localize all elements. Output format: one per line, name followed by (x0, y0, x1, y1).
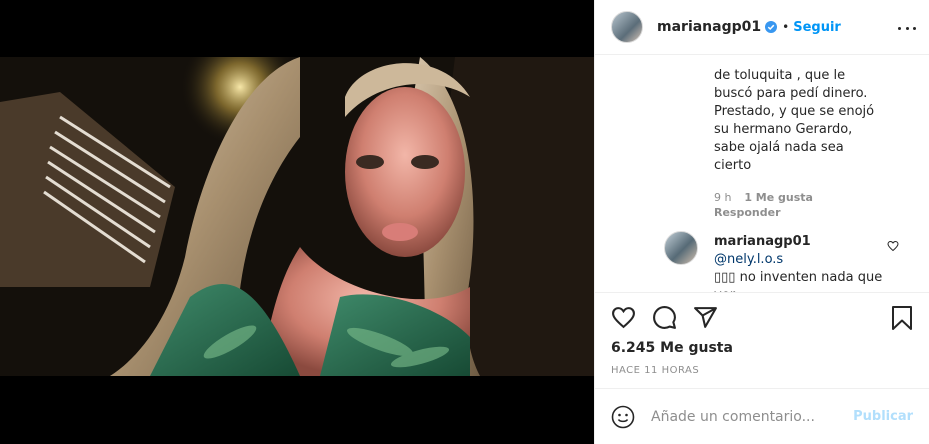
post-media (0, 0, 594, 444)
reply-username[interactable]: marianagp01 (714, 234, 811, 249)
post-sidebar: marianagp01 • Seguir y p de toluquita , … (594, 0, 929, 444)
reply-avatar[interactable] (664, 231, 698, 265)
author-username[interactable]: marianagp01 (657, 19, 761, 35)
publish-button[interactable]: Publicar (853, 409, 913, 424)
comments-list[interactable]: y p de toluquita , que le buscó para ped… (595, 56, 929, 292)
comment-icon[interactable] (652, 305, 677, 330)
reply-button[interactable]: Responder (714, 206, 781, 219)
action-buttons (611, 305, 718, 330)
heart-icon[interactable] (611, 305, 636, 330)
comment-line: su hermano Gerardo, (714, 122, 853, 137)
actions-bar: 6.245 Me gusta HACE 11 HORAS (595, 292, 929, 380)
follow-button[interactable]: Seguir (793, 20, 841, 35)
comment-line: buscó para pedí dinero. (714, 86, 868, 101)
photo-image (0, 57, 594, 376)
post-timestamp[interactable]: HACE 11 HORAS (611, 365, 699, 376)
comment-meta: 9 h 1 Me gusta (714, 191, 813, 204)
comment-composer: Publicar (595, 388, 929, 444)
comment-line: Prestado, y que se enojó (714, 104, 875, 119)
post-header: marianagp01 • Seguir (595, 0, 929, 55)
smile-icon[interactable] (611, 405, 635, 429)
comment-likes[interactable]: 1 Me gusta (744, 191, 813, 204)
reply-body: ▯▯▯ no inventen nada que ver (714, 270, 883, 292)
comment-line: sabe ojalá nada sea (714, 140, 844, 155)
comment-time[interactable]: 9 h (714, 191, 731, 204)
bookmark-icon[interactable] (890, 305, 914, 331)
more-icon[interactable] (898, 20, 916, 36)
comment-line: de toluquita , que le (714, 68, 846, 83)
comment-input[interactable] (651, 408, 851, 425)
verified-icon (765, 21, 778, 33)
comment-cutoff-line: y p (714, 56, 879, 57)
comment-text: de toluquita , que le buscó para pedí di… (714, 67, 879, 175)
likes-count[interactable]: 6.245 Me gusta (611, 340, 733, 356)
share-icon[interactable] (693, 305, 718, 330)
author-avatar[interactable] (611, 11, 643, 43)
reply-text: marianagp01 @nely.l.o.s ▯▯▯ no inventen … (714, 233, 884, 292)
reply-mention[interactable]: @nely.l.o.s (714, 252, 783, 267)
post-photo[interactable] (0, 57, 594, 376)
separator-dot: • (782, 20, 790, 34)
comment-line: cierto (714, 158, 752, 173)
comment-heart-icon[interactable] (887, 240, 899, 252)
